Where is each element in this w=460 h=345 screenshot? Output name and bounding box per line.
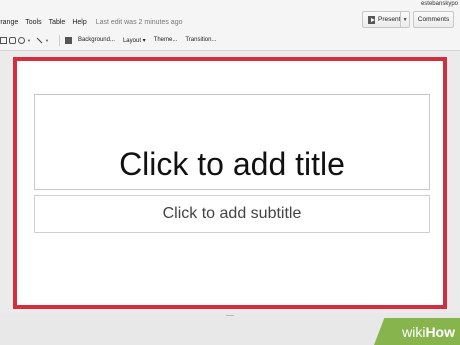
background-button[interactable]: Background... xyxy=(78,37,115,43)
menu-help[interactable]: Help xyxy=(72,19,86,26)
toolbar-divider xyxy=(58,34,60,46)
last-edit-status[interactable]: Last edit was 2 minutes ago xyxy=(96,19,183,26)
title-placeholder[interactable]: Click to add title xyxy=(34,94,430,190)
layout-button[interactable]: Layout ▾ xyxy=(123,37,146,44)
chevron-down-icon[interactable]: ▼ xyxy=(27,38,31,43)
slide-canvas[interactable]: Click to add title Click to add subtitle xyxy=(13,57,447,309)
line-icon[interactable] xyxy=(36,37,43,43)
layout-label: Layout xyxy=(122,37,141,44)
resize-handle[interactable] xyxy=(226,315,234,316)
shape-icon[interactable] xyxy=(18,36,25,44)
chevron-down-icon[interactable]: ▼ xyxy=(401,17,409,23)
menu-tools[interactable]: Tools xyxy=(25,19,41,26)
present-icon xyxy=(368,15,376,24)
top-bar: estebanskypo rrange Tools Table Help Las… xyxy=(0,0,460,51)
watermark-how: How xyxy=(425,323,455,340)
chevron-down-icon[interactable]: ▼ xyxy=(45,38,49,43)
textbox-icon[interactable] xyxy=(0,36,7,44)
title-placeholder-text: Click to add title xyxy=(119,146,345,182)
comment-icon[interactable] xyxy=(64,36,72,44)
comments-button[interactable]: Comments xyxy=(413,11,454,28)
toolbar: ▼ ▼ Background... Layout ▾ Theme... Tran… xyxy=(0,33,224,47)
present-label: Present xyxy=(378,16,401,23)
menu-table[interactable]: Table xyxy=(49,19,66,26)
theme-button[interactable]: Theme... xyxy=(154,37,178,43)
subtitle-placeholder-text: Click to add subtitle xyxy=(162,205,302,222)
transition-button[interactable]: Transition... xyxy=(185,37,216,43)
watermark-wiki: wiki xyxy=(402,323,426,340)
present-button[interactable]: Present ▼ xyxy=(362,11,410,28)
wikihow-watermark: wiki How xyxy=(374,318,460,345)
subtitle-placeholder[interactable]: Click to add subtitle xyxy=(34,195,430,233)
menu-bar: rrange Tools Table Help Last edit was 2 … xyxy=(0,14,183,30)
image-icon[interactable] xyxy=(9,36,16,44)
user-email[interactable]: estebanskypo xyxy=(421,1,458,7)
menu-arrange[interactable]: rrange xyxy=(0,19,18,26)
